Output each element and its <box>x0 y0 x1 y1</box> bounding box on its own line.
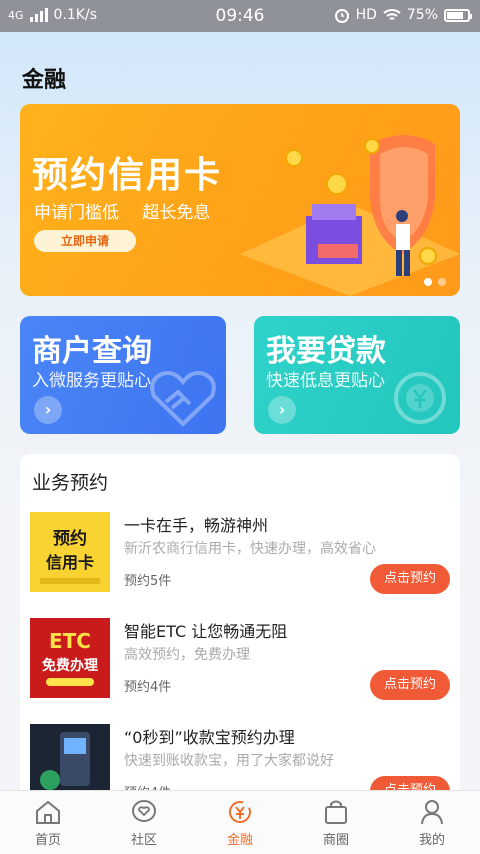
community-icon <box>132 800 156 822</box>
tab-finance[interactable]: 金融 <box>192 791 288 854</box>
handshake-icon <box>150 371 216 427</box>
tab-label: 我的 <box>418 833 445 848</box>
alarm-icon <box>334 9 349 23</box>
wifi-icon <box>383 9 401 20</box>
book-button[interactable]: 点击预约 <box>370 670 450 700</box>
book-button[interactable]: 点击预约 <box>370 564 450 594</box>
tab-label: 商圈 <box>322 833 349 848</box>
thumb-text: ETC <box>49 629 91 653</box>
tab-community[interactable]: 社区 <box>96 791 192 854</box>
page-title: 金融 <box>22 68 67 93</box>
thumb-text: 免费办理 <box>42 657 98 674</box>
thumb-text: 预约 <box>53 528 87 549</box>
loan-subtitle: 快速低息更贴心 <box>266 371 385 391</box>
apply-now-button[interactable]: 立即申请 <box>34 230 136 252</box>
carousel-dot[interactable] <box>438 278 446 286</box>
finance-icon <box>229 801 251 823</box>
merchant-query-card[interactable]: 商户查询 入微服务更贴心 › <box>20 316 226 434</box>
item-name: “0秒到”收款宝预约办理 <box>124 728 295 747</box>
tab-mine[interactable]: 我的 <box>384 791 480 854</box>
hd-badge: HD <box>355 7 377 23</box>
shield-illustration <box>240 135 460 296</box>
profile-icon <box>421 800 443 825</box>
item-count: 预约5件 <box>124 574 172 589</box>
battery-icon <box>444 8 472 22</box>
item-desc: 快速到账收款宝，用了大家都说好 <box>124 753 334 769</box>
item-desc: 新沂农商行信用卡，快速办理，高效省心 <box>124 541 376 557</box>
item-name: 智能ETC 让您畅通无阻 <box>124 622 288 641</box>
loan-title: 我要贷款 <box>266 334 386 369</box>
shop-bag-icon <box>325 800 347 824</box>
banner-title: 预约信用卡 <box>32 155 223 196</box>
status-bar: 4G 0.1K/s 09:46 HD 75% <box>0 0 480 32</box>
item-name: 一卡在手，畅游神州 <box>124 516 269 535</box>
carousel-dots <box>424 278 446 286</box>
credit-card-thumbnail: 预约 信用卡 <box>30 512 110 592</box>
tab-label: 社区 <box>130 833 157 848</box>
carousel-dot[interactable] <box>424 278 432 286</box>
thumb-text: 信用卡 <box>46 553 94 572</box>
tab-label: 首页 <box>34 833 61 848</box>
chevron-right-icon[interactable]: › <box>268 396 296 424</box>
tab-business[interactable]: 商圈 <box>288 791 384 854</box>
chevron-right-icon[interactable]: › <box>34 396 62 424</box>
merchant-query-title: 商户查询 <box>32 334 152 369</box>
tab-label: 金融 <box>226 833 253 848</box>
list-item[interactable]: ETC 免费办理 智能ETC 让您畅通无阻 高效预约，免费办理 预约4件 点击预… <box>30 618 450 714</box>
tab-home[interactable]: 首页 <box>0 791 96 854</box>
section-title: 业务预约 <box>32 472 109 494</box>
battery-percent: 75% <box>406 7 438 23</box>
bottom-tab-bar: 首页 社区 金融 商圈 我的 <box>0 790 480 854</box>
item-desc: 高效预约，免费办理 <box>124 647 250 663</box>
service-booking-section: 业务预约 预约 信用卡 一卡在手，畅游神州 新沂农商行信用卡，快速办理，高效省心… <box>20 454 460 806</box>
loan-card[interactable]: 我要贷款 快速低息更贴心 › <box>254 316 460 434</box>
home-icon <box>36 800 60 824</box>
etc-thumbnail: ETC 免费办理 <box>30 618 110 698</box>
merchant-query-subtitle: 入微服务更贴心 <box>32 371 151 391</box>
list-item[interactable]: 预约 信用卡 一卡在手，畅游神州 新沂农商行信用卡，快速办理，高效省心 预约5件… <box>30 512 450 608</box>
yuan-refresh-icon <box>394 372 446 424</box>
item-count: 预约4件 <box>124 680 172 695</box>
promo-banner[interactable]: 预约信用卡 申请门槛低 超长免息 立即申请 <box>20 104 460 296</box>
banner-subtitle: 申请门槛低 超长免息 <box>34 203 211 223</box>
